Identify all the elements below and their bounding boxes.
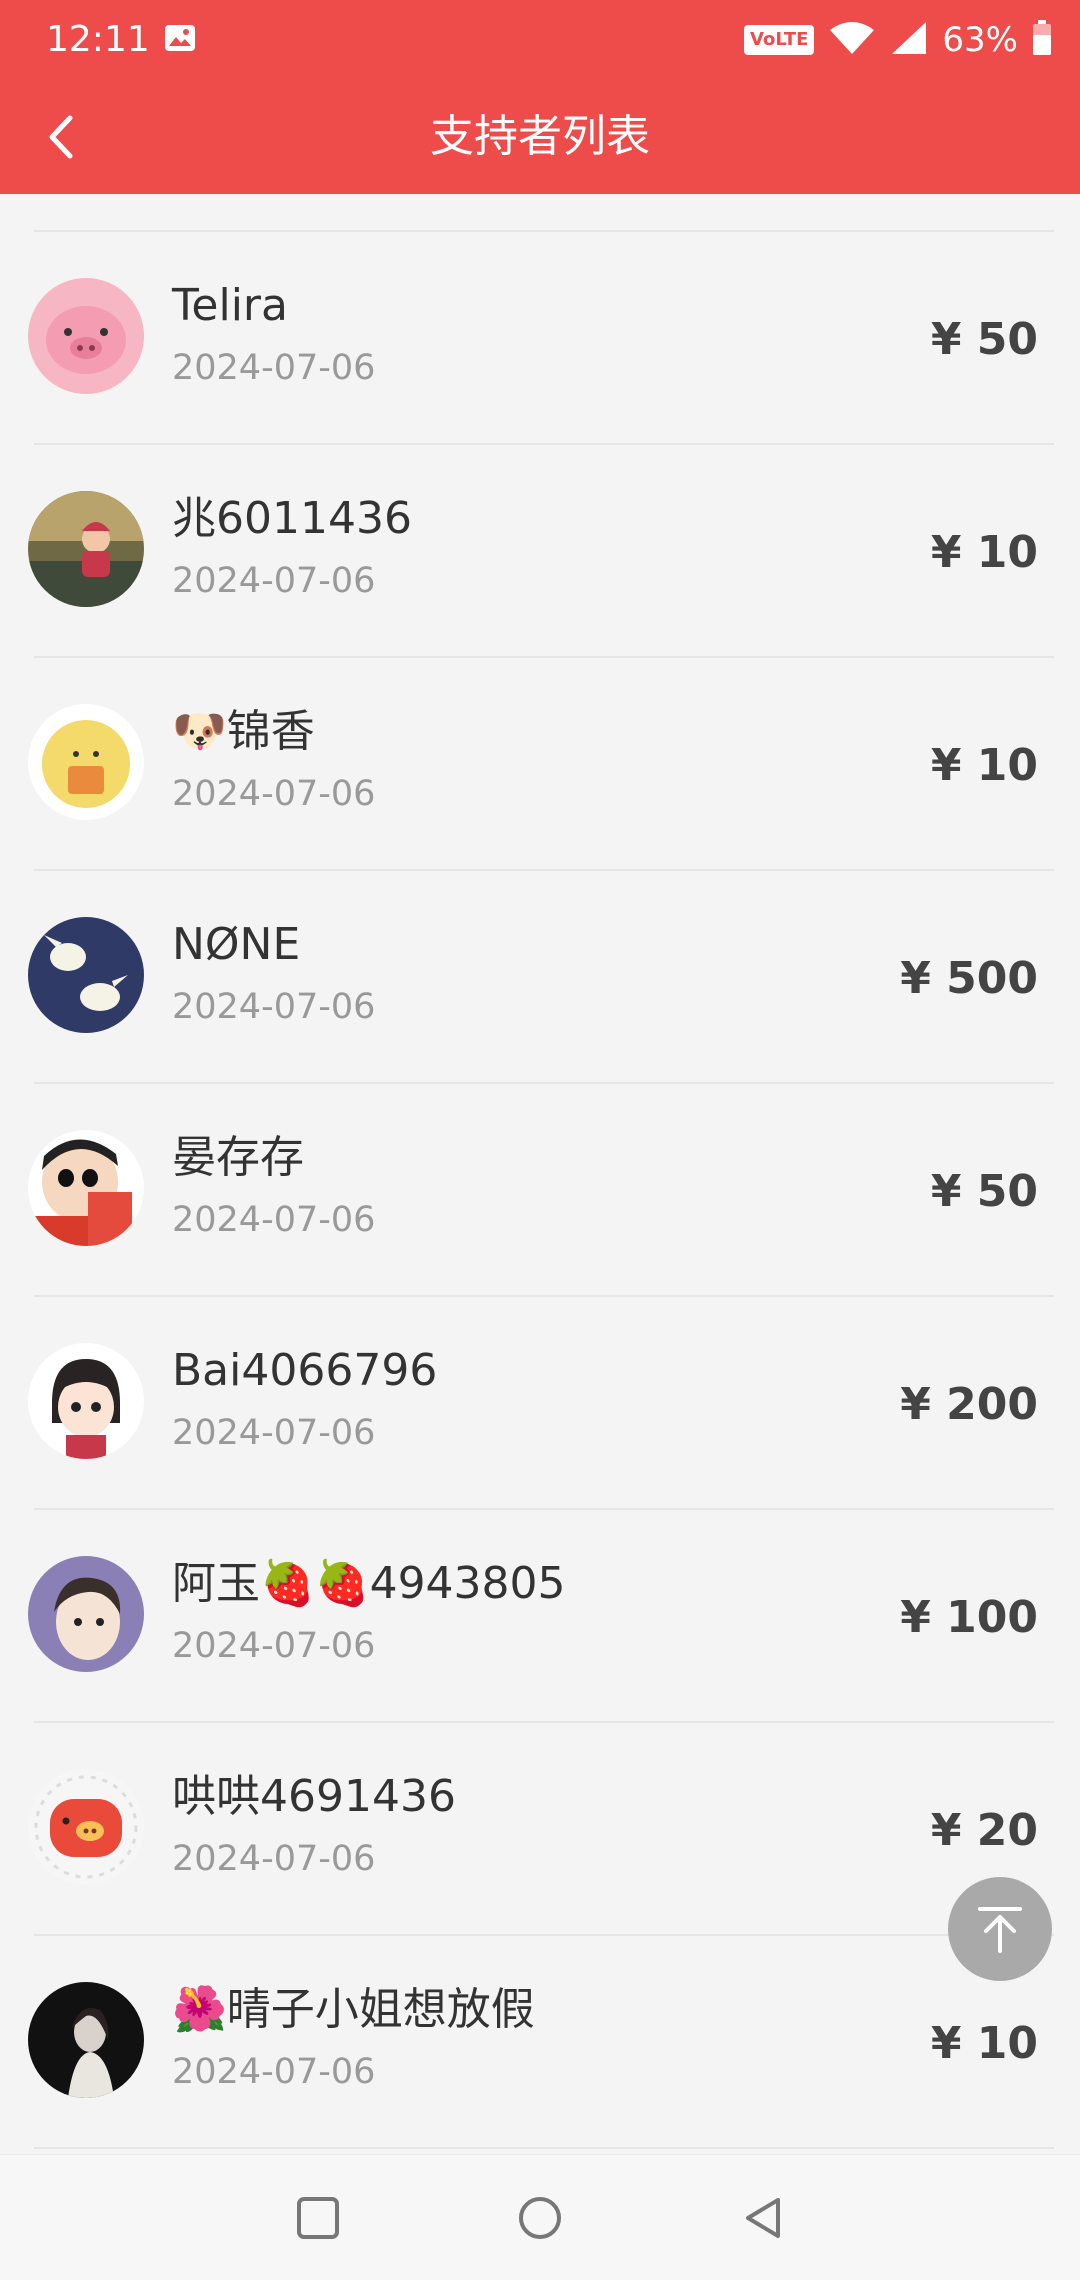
- circle-icon: [519, 2197, 561, 2239]
- status-time: 12:11: [46, 19, 150, 60]
- support-amount: ¥ 10: [930, 527, 1038, 578]
- signal-icon: [890, 20, 928, 60]
- supporter-row[interactable]: NØNE 2024-07-06 ¥ 500: [0, 871, 1080, 1084]
- supporter-row[interactable]: Bai4066796 2024-07-06 ¥ 200: [0, 1297, 1080, 1510]
- supporter-name: 兆6011436: [172, 493, 412, 544]
- support-amount: ¥ 50: [930, 314, 1038, 365]
- avatar: [28, 1769, 144, 1885]
- system-back-button[interactable]: [732, 2188, 792, 2248]
- support-amount: ¥ 100: [900, 1592, 1038, 1643]
- arrow-up-to-top-icon: [978, 1907, 1022, 1953]
- avatar: [28, 278, 144, 394]
- row-divider: [34, 2147, 1054, 2149]
- avatar: [28, 704, 144, 820]
- support-date: 2024-07-06: [172, 774, 376, 814]
- support-date: 2024-07-06: [172, 348, 376, 388]
- app-screen: 12:11 VoLTE 63% 支持者列表 Telira 2024-07-06 …: [0, 0, 1080, 2280]
- nav-bar: 支持者列表: [0, 80, 1080, 194]
- system-nav-bar: [0, 2154, 1080, 2280]
- support-date: 2024-07-06: [172, 987, 376, 1027]
- supporter-name: 阿玉🍓🍓4943805: [172, 1558, 566, 1609]
- supporter-name: 哄哄4691436: [172, 1771, 456, 1822]
- supporter-row[interactable]: 哄哄4691436 2024-07-06 ¥ 20: [0, 1723, 1080, 1936]
- support-amount: ¥ 50: [930, 1166, 1038, 1217]
- supporter-name: NØNE: [172, 919, 301, 970]
- avatar: [28, 917, 144, 1033]
- battery-percentage: 63%: [942, 20, 1018, 60]
- status-bar: 12:11 VoLTE 63%: [0, 0, 1080, 80]
- wifi-icon: [828, 20, 876, 60]
- supporter-row[interactable]: 兆6011436 2024-07-06 ¥ 10: [0, 445, 1080, 658]
- support-date: 2024-07-06: [172, 1839, 376, 1879]
- supporter-name: Bai4066796: [172, 1345, 438, 1396]
- battery-icon: [1032, 20, 1052, 60]
- image-notification-icon: [164, 24, 196, 52]
- support-amount: ¥ 500: [900, 953, 1038, 1004]
- supporter-name: 🌺晴子小姐想放假: [172, 1984, 535, 2035]
- supporter-name: Telira: [172, 280, 288, 331]
- support-amount: ¥ 10: [930, 740, 1038, 791]
- page-title: 支持者列表: [430, 111, 650, 162]
- support-amount: ¥ 10: [930, 2018, 1038, 2069]
- supporter-name: 晏存存: [172, 1132, 304, 1183]
- supporter-row[interactable]: 阿玉🍓🍓4943805 2024-07-06 ¥ 100: [0, 1510, 1080, 1723]
- support-amount: ¥ 200: [900, 1379, 1038, 1430]
- supporter-row[interactable]: 🌺晴子小姐想放假 2024-07-06 ¥ 10: [0, 1936, 1080, 2149]
- triangle-back-icon: [746, 2198, 780, 2238]
- avatar: [28, 491, 144, 607]
- support-date: 2024-07-06: [172, 1413, 376, 1453]
- square-icon: [297, 2197, 339, 2239]
- volte-icon: VoLTE: [744, 25, 815, 55]
- top-bar: 12:11 VoLTE 63% 支持者列表: [0, 0, 1080, 194]
- support-amount: ¥ 20: [930, 1805, 1038, 1856]
- supporter-row[interactable]: Telira 2024-07-06 ¥ 50: [0, 232, 1080, 445]
- supporter-name: 🐶锦香: [172, 706, 315, 757]
- supporter-row[interactable]: 晏存存 2024-07-06 ¥ 50: [0, 1084, 1080, 1297]
- avatar: [28, 1343, 144, 1459]
- avatar: [28, 1130, 144, 1246]
- home-button[interactable]: [510, 2188, 570, 2248]
- recents-button[interactable]: [288, 2188, 348, 2248]
- support-date: 2024-07-06: [172, 561, 376, 601]
- support-date: 2024-07-06: [172, 1200, 376, 1240]
- support-date: 2024-07-06: [172, 1626, 376, 1666]
- status-icons: VoLTE 63%: [744, 18, 1052, 62]
- support-date: 2024-07-06: [172, 2052, 376, 2092]
- supporter-row[interactable]: 🐶锦香 2024-07-06 ¥ 10: [0, 658, 1080, 871]
- back-to-top-button[interactable]: [948, 1877, 1052, 1981]
- avatar: [28, 1982, 144, 2098]
- avatar: [28, 1556, 144, 1672]
